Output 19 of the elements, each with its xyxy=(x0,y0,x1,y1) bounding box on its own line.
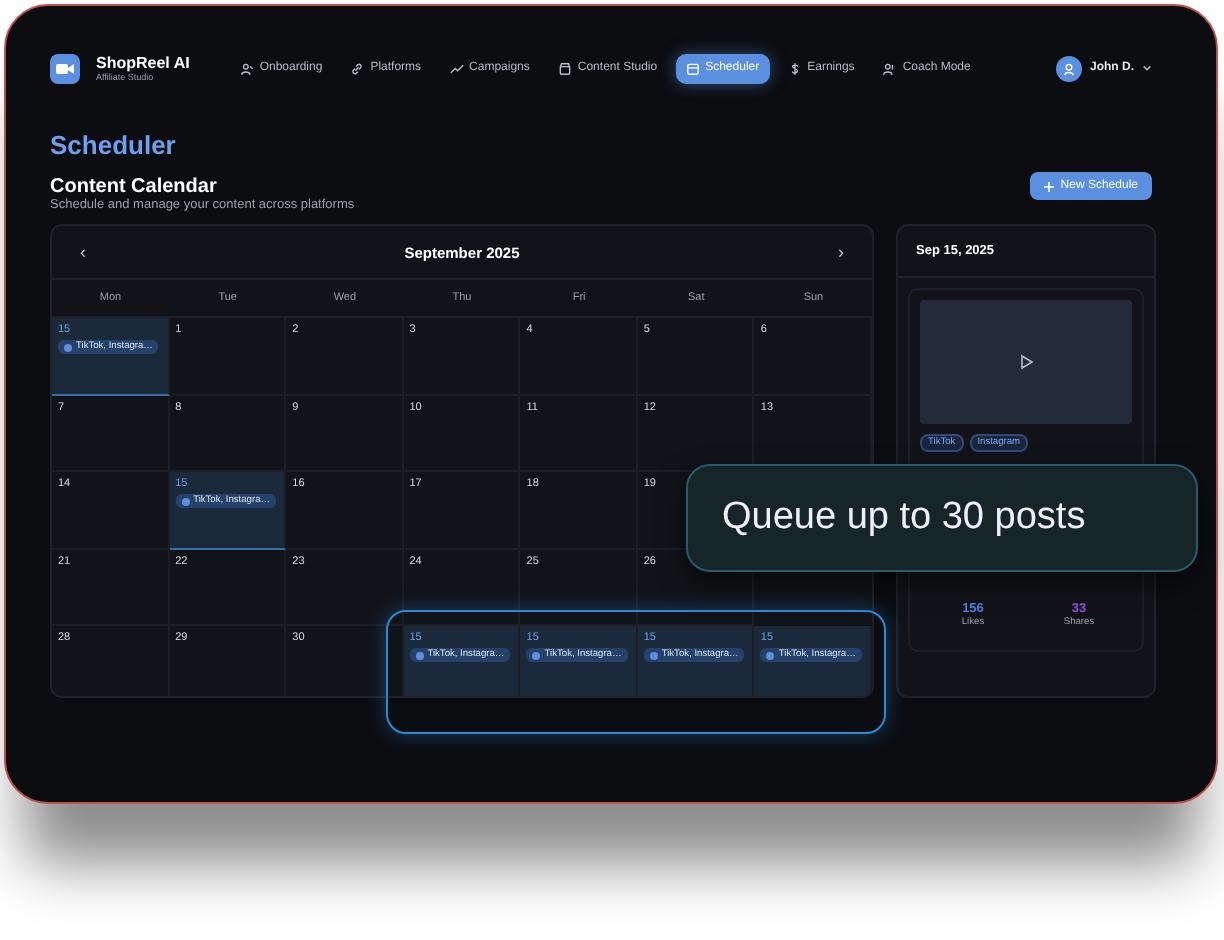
calendar-icon xyxy=(685,61,700,75)
camera-icon xyxy=(50,53,80,83)
avatar-icon[interactable] xyxy=(1056,55,1082,81)
page-title: Scheduler xyxy=(50,130,178,160)
video-thumbnail[interactable] xyxy=(920,300,1132,424)
section-title: Content Calendar xyxy=(50,176,219,198)
trend-icon xyxy=(449,61,464,75)
chevron-icon[interactable] xyxy=(1142,64,1152,72)
plus-icon xyxy=(1044,181,1055,191)
prev-month-button[interactable]: ‹ xyxy=(76,242,90,262)
dollar-icon xyxy=(787,61,802,75)
person-icon xyxy=(239,61,254,75)
brand-name: ShopReel AI xyxy=(96,54,190,72)
next-month-button[interactable]: › xyxy=(833,242,848,262)
person-icon xyxy=(882,61,897,75)
play-icon[interactable] xyxy=(1019,354,1033,370)
callout-toast: Queue up to 30 posts xyxy=(686,464,1198,572)
clapper-icon xyxy=(557,61,572,75)
link-icon xyxy=(350,61,365,75)
